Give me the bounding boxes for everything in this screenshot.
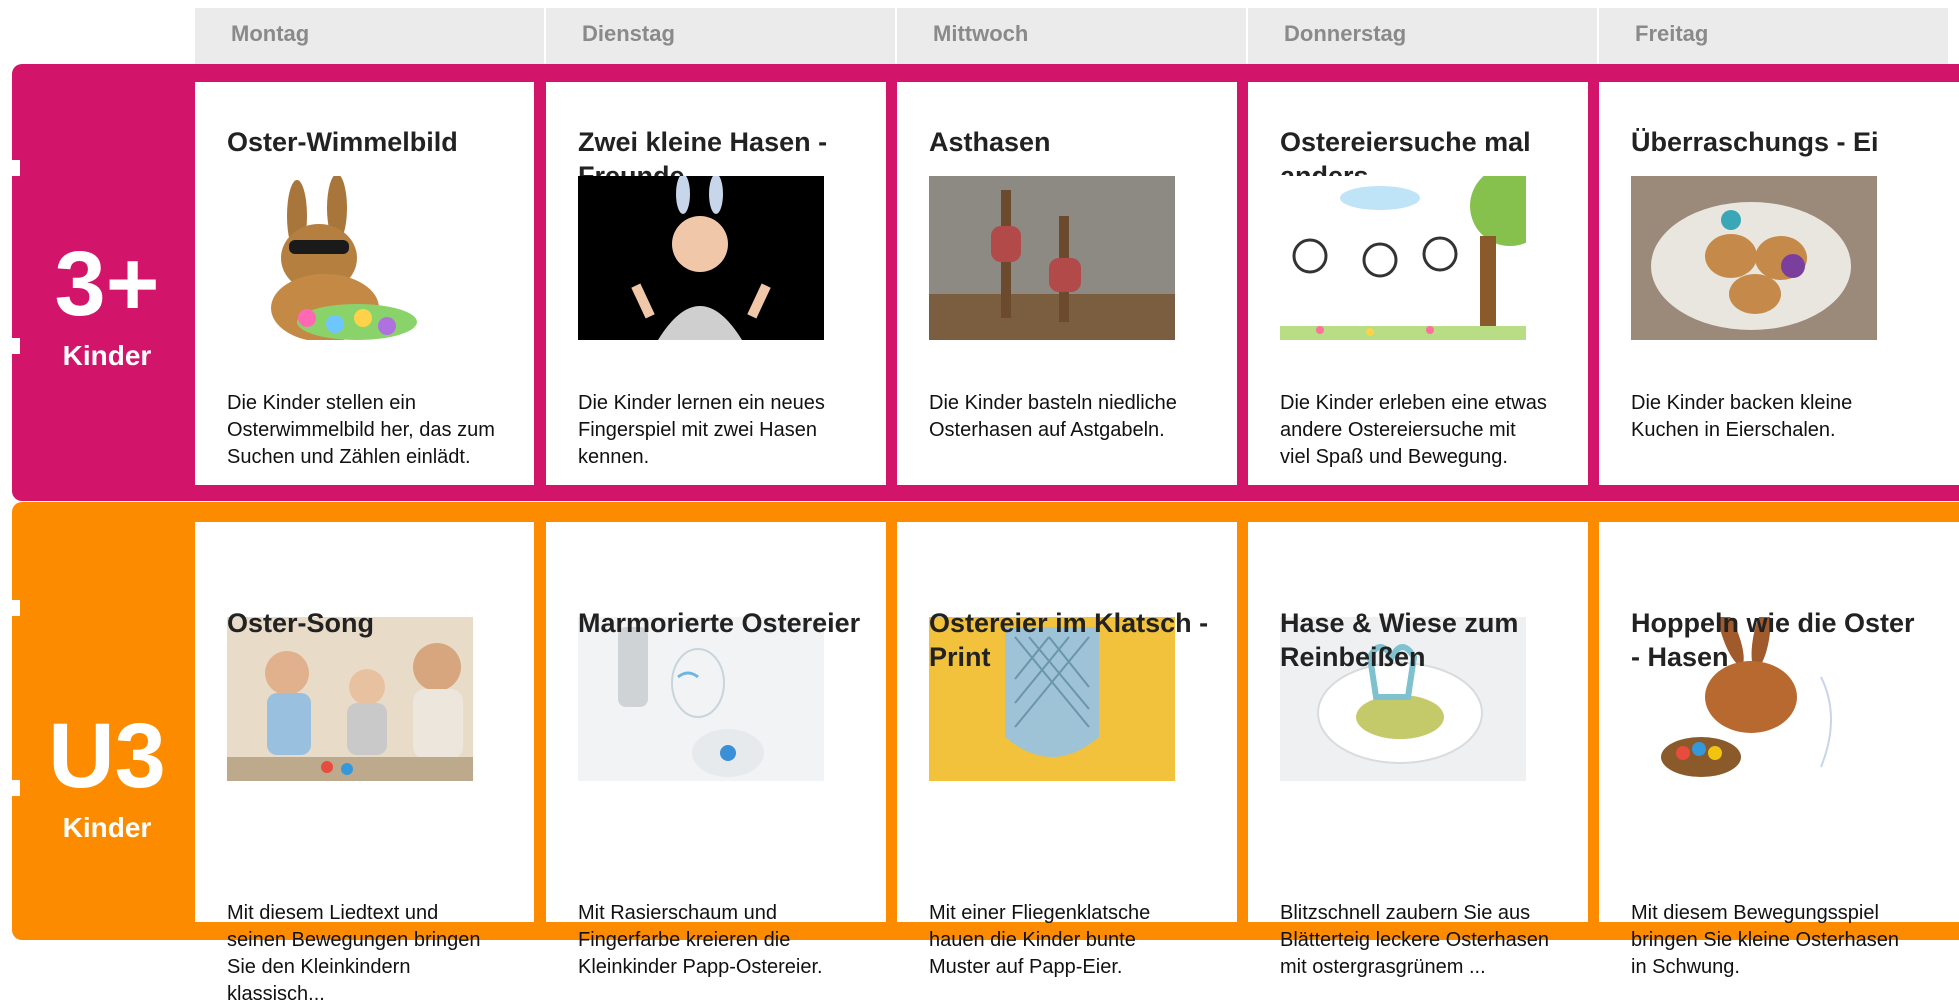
- activity-card-u3-donnerstag[interactable]: Hase & Wiese zum Reinbeißen Blitzschnell…: [1248, 522, 1588, 978]
- group-label-u3: U3 Kinder: [12, 710, 202, 844]
- group-kinder-u3: Kinder: [62, 812, 152, 843]
- child-bunny-ears-image: [578, 176, 824, 340]
- card-description: Die Kinder basteln niedliche Osterhasen …: [929, 392, 1177, 441]
- card-description: Mit Rasierschaum und Fingerfarbe kreiere…: [578, 902, 823, 978]
- toddlers-playing-image: [227, 617, 473, 781]
- activity-card-3plus-dienstag[interactable]: Zwei kleine Hasen - Freunde Die Kinder l…: [546, 82, 886, 485]
- column-gutter: [1237, 64, 1245, 501]
- day-header-donnerstag: Donnerstag: [1248, 8, 1597, 64]
- column-gutter: [1237, 502, 1245, 940]
- column-gutter: [1588, 64, 1596, 501]
- card-title: Hase & Wiese zum Reinbeißen: [1280, 608, 1519, 672]
- column-gutter: [1588, 502, 1596, 940]
- activity-card-3plus-montag[interactable]: Oster-Wimmelbild Die Kinder stellen ein …: [195, 82, 534, 485]
- day-header-freitag: Freitag: [1599, 8, 1948, 64]
- card-title: Überraschungs - Ei: [1631, 127, 1879, 157]
- card-description: Die Kinder stellen ein Osterwimmelbild h…: [227, 392, 495, 468]
- card-title: Oster-Song: [227, 608, 375, 638]
- card-description: Die Kinder lernen ein neues Fingerspiel …: [578, 392, 825, 468]
- card-description: Die Kinder backen kleine Kuchen in Eiers…: [1631, 392, 1853, 441]
- group-label-3plus: 3+ Kinder: [12, 238, 202, 372]
- card-description: Mit diesem Bewegungsspiel bringen Sie kl…: [1631, 902, 1899, 978]
- day-header-mittwoch: Mittwoch: [897, 8, 1246, 64]
- card-description: Blitzschnell zaubern Sie aus Blätterteig…: [1280, 902, 1550, 978]
- card-title: Ostereier im Klatsch - Print: [929, 608, 1209, 672]
- edge-notch: [12, 160, 20, 176]
- card-title: Hoppeln wie die Oster - Hasen: [1631, 608, 1915, 672]
- activity-card-3plus-mittwoch[interactable]: Asthasen Die Kinder basteln niedliche Os…: [897, 82, 1237, 485]
- card-title: Marmorierte Ostereier: [578, 608, 861, 638]
- card-title: Oster-Wimmelbild: [227, 127, 458, 157]
- day-header-montag: Montag: [195, 8, 544, 64]
- eggshell-cakes-image: [1631, 176, 1877, 340]
- kids-drawing-image: [1280, 176, 1526, 340]
- shaving-foam-eggs-image: [578, 617, 824, 781]
- weekday-header: Montag Dienstag Mittwoch Donnerstag Frei…: [195, 8, 1959, 64]
- card-description: Die Kinder erleben eine etwas andere Ost…: [1280, 392, 1547, 468]
- day-header-dienstag: Dienstag: [546, 8, 895, 64]
- column-gutter: [534, 64, 542, 501]
- activity-card-3plus-freitag[interactable]: Überraschungs - Ei Die Kinder backen kle…: [1599, 82, 1959, 485]
- card-title: Asthasen: [929, 127, 1051, 157]
- activity-card-3plus-donnerstag[interactable]: Ostereiersuche mal anders Die Kinder erl…: [1248, 82, 1588, 485]
- card-description: Mit diesem Liedtext und seinen Bewegunge…: [227, 902, 481, 1005]
- easter-bunny-image: [227, 176, 473, 340]
- group-age-3plus: 3+: [54, 233, 160, 335]
- activity-card-u3-mittwoch[interactable]: Ostereier im Klatsch - Print Mit einer F…: [897, 522, 1237, 978]
- activity-card-u3-dienstag[interactable]: Marmorierte Ostereier Mit Rasierschaum u…: [546, 522, 886, 978]
- column-gutter: [534, 502, 542, 940]
- group-age-u3: U3: [48, 705, 166, 807]
- edge-notch: [12, 780, 20, 796]
- edge-notch: [12, 338, 20, 354]
- branch-bunnies-image: [929, 176, 1175, 340]
- column-gutter: [886, 502, 894, 940]
- group-kinder-3plus: Kinder: [62, 340, 152, 371]
- activity-card-u3-freitag[interactable]: Hoppeln wie die Oster - Hasen Mit diesem…: [1599, 522, 1959, 978]
- activity-card-u3-montag[interactable]: Oster-Song Mit diesem Liedtext und seine…: [195, 522, 534, 1005]
- edge-notch: [12, 600, 20, 616]
- card-description: Mit einer Fliegenklatsche hauen die Kind…: [929, 902, 1151, 978]
- column-gutter: [886, 64, 894, 501]
